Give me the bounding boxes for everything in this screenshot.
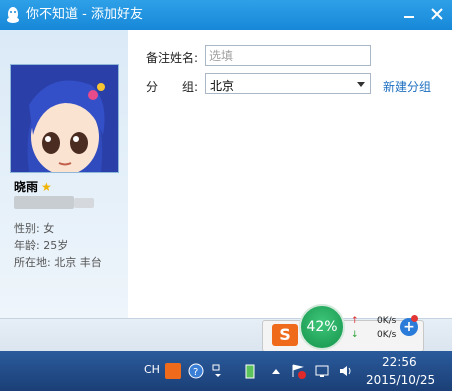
- action-center-icon[interactable]: [290, 363, 306, 379]
- upload-speed: 0K/s: [377, 316, 397, 326]
- help-icon[interactable]: ?: [188, 363, 204, 379]
- location-info: 所在地: 北京 丰台: [14, 256, 102, 269]
- qq-penguin-icon: [7, 7, 19, 23]
- new-group-link[interactable]: 新建分组: [383, 78, 431, 95]
- battery-icon[interactable]: [242, 363, 258, 379]
- redacted-account-id: [14, 196, 74, 209]
- group-label-part2: 组:: [182, 80, 199, 94]
- sogou-tray-icon[interactable]: [165, 363, 181, 379]
- dropdown-arrow-icon: [357, 82, 365, 87]
- notification-dot: [411, 315, 418, 322]
- clock-date[interactable]: 2015/10/25: [366, 373, 435, 387]
- gender-info: 性别: 女: [14, 222, 55, 235]
- minimize-button[interactable]: [396, 3, 422, 25]
- volume-icon[interactable]: [338, 363, 354, 379]
- upload-arrow-icon: ↑: [351, 316, 359, 326]
- redacted-account-id-extra: [74, 198, 94, 208]
- nickname: 晓雨: [14, 180, 39, 194]
- show-hidden-icons-icon[interactable]: [268, 363, 284, 379]
- remark-label: 备注姓名:: [146, 51, 199, 65]
- group-select-value: 北京: [210, 79, 235, 93]
- nickname-row: 晓雨 ★: [14, 178, 52, 195]
- clock-time[interactable]: 22:56: [382, 355, 417, 369]
- avatar-image: [11, 65, 118, 172]
- speed-gauge[interactable]: 42%: [299, 304, 345, 350]
- close-icon: [431, 8, 443, 20]
- speed-percent: 42%: [306, 319, 338, 335]
- profile-panel: 晓雨 ★ 性别: 女 年龄: 25岁 所在地: 北京 丰台: [0, 30, 128, 318]
- age-info: 年龄: 25岁: [14, 239, 69, 252]
- remark-input[interactable]: [205, 45, 371, 66]
- close-button[interactable]: [424, 3, 450, 25]
- download-arrow-icon: ↓: [351, 330, 359, 340]
- window-title: 你不知道 - 添加好友: [26, 7, 143, 22]
- ime-indicator[interactable]: CH: [144, 363, 160, 376]
- star-icon: ★: [41, 180, 52, 194]
- sogou-input-icon[interactable]: S: [272, 324, 298, 346]
- svg-text:?: ?: [193, 367, 198, 378]
- download-speed: 0K/s: [377, 330, 397, 340]
- network-icon[interactable]: [314, 363, 330, 379]
- group-label-part1: 分: [146, 80, 159, 94]
- group-select[interactable]: 北京: [205, 73, 371, 94]
- avatar: [10, 64, 119, 173]
- taskbar: CH ? 22:56 2015/10/25: [0, 351, 452, 391]
- options-icon[interactable]: [210, 363, 226, 379]
- title-bar: 你不知道 - 添加好友: [0, 0, 452, 30]
- minimize-icon: [404, 16, 414, 18]
